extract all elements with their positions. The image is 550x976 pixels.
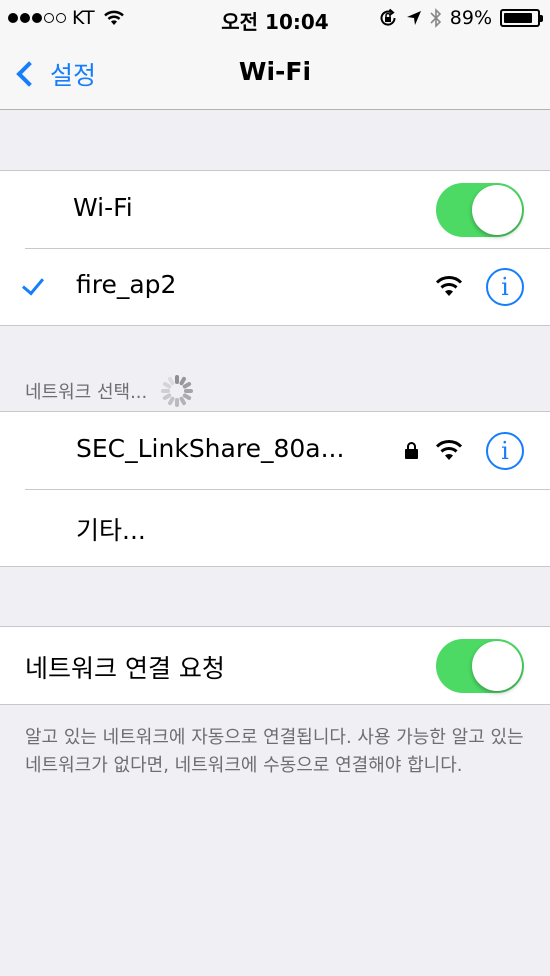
network-row[interactable]: SEC_LinkShare_80a... i [0,412,550,489]
connected-network-row[interactable]: fire_ap2 i [0,248,550,325]
ask-to-join-footer: 알고 있는 네트워크에 자동으로 연결됩니다. 사용 가능한 알고 있는 네트워… [25,727,524,776]
info-button[interactable]: i [486,432,524,470]
toggle-knob [472,185,522,235]
lock-icon [405,442,418,459]
wifi-signal-icon [435,276,463,296]
other-network-label: 기타... [76,516,146,545]
wifi-signal-icon [435,440,463,460]
networks-group: SEC_LinkShare_80a... i 기타... [0,411,550,567]
wifi-toggle-label: Wi-Fi [73,193,133,222]
choose-network-header: 네트워크 선택... [25,373,195,409]
choose-network-label: 네트워크 선택... [25,382,148,403]
toggle-knob [472,641,522,691]
rotation-lock-icon [380,8,396,26]
bluetooth-icon [430,8,441,28]
wifi-group: Wi-Fi fire_ap2 i [0,170,550,326]
wifi-toggle-row: Wi-Fi [0,171,550,248]
page-title: Wi-Fi [238,57,312,86]
network-name: SEC_LinkShare_80a... [76,434,345,463]
ask-to-join-row: 네트워크 연결 요청 [0,627,550,704]
ask-to-join-toggle[interactable] [436,639,524,693]
location-arrow-icon [406,11,421,25]
battery-percent: 89% [449,7,492,29]
wifi-toggle[interactable] [436,183,524,237]
loading-spinner-icon [159,373,195,409]
status-right: 89% [378,7,543,29]
connected-network-name: fire_ap2 [76,270,177,299]
ask-to-join-label: 네트워크 연결 요청 [25,654,225,683]
battery-icon [500,9,543,27]
navigation-bar: 설정 Wi-Fi [0,36,550,110]
checkmark-icon [21,272,45,296]
status-bar: KT 오전 10:04 89% [0,0,550,36]
info-button[interactable]: i [486,268,524,306]
ask-to-join-group: 네트워크 연결 요청 [0,626,550,705]
other-network-row[interactable]: 기타... [0,489,550,566]
